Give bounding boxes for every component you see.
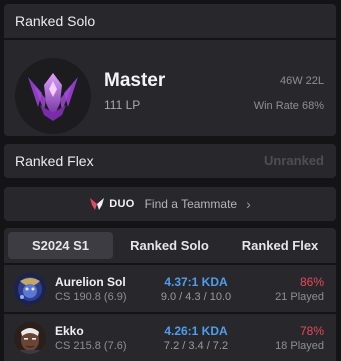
win-rate: Win Rate 68% (253, 100, 324, 112)
champion-kda-detail: 7.2 / 3.4 / 7.2 (163, 340, 229, 352)
win-loss-record: 46W 22L (279, 75, 324, 87)
champion-games-played: 21 Played (275, 291, 324, 303)
ranked-flex-status: Unranked (264, 153, 324, 168)
ranked-flex-card: Ranked Flex Unranked (4, 144, 336, 178)
tab-ranked-flex[interactable]: Ranked Flex (226, 232, 334, 259)
champion-avatar (14, 273, 46, 305)
ranked-solo-title: Ranked Solo (4, 4, 336, 40)
tab-s2024-s1[interactable]: S2024 S1 (8, 232, 113, 259)
champion-name: Aurelion Sol (55, 275, 126, 289)
duo-logo: DUO (89, 197, 134, 211)
champion-win-rate: 78% (299, 324, 324, 338)
champion-cs: CS 190.8 (6.9) (55, 291, 127, 303)
champion-row[interactable]: Aurelion Sol CS 190.8 (6.9) 4.37:1 KDA 9… (4, 263, 336, 312)
ranked-flex-title: Ranked Flex (15, 153, 94, 169)
champion-cs: CS 215.8 (7.6) (55, 340, 127, 352)
champion-kda: 4.37:1 KDA (164, 275, 228, 289)
chevron-right-icon: › (246, 196, 251, 212)
champion-kda-detail: 9.0 / 4.3 / 10.0 (160, 291, 232, 303)
ranked-solo-summary: Master 111 LP 46W 22L Win Rate 68% (4, 40, 336, 136)
tab-ranked-solo[interactable]: Ranked Solo (117, 232, 222, 259)
champion-avatar (14, 322, 46, 354)
champion-win-rate: 86% (299, 275, 324, 289)
season-tabs: S2024 S1 Ranked Solo Ranked Flex (4, 228, 336, 263)
champion-stats-card: S2024 S1 Ranked Solo Ranked Flex Aurelio… (4, 228, 336, 361)
rank-tier: Master (104, 70, 166, 91)
find-teammate-label: Find a Teammate (144, 197, 238, 211)
duo-wings-icon (90, 198, 105, 210)
champion-games-played: 18 Played (275, 340, 324, 352)
find-teammate-button[interactable]: DUO Find a Teammate › (4, 187, 336, 221)
champion-name: Ekko (55, 324, 84, 338)
duo-badge: DUO (109, 198, 135, 210)
master-emblem-icon (15, 58, 91, 134)
champion-kda: 4.26:1 KDA (164, 324, 228, 338)
league-points: 111 LP (104, 98, 141, 112)
ranked-solo-card: Ranked Solo Master 111 LP 46W 22L Win Ra… (4, 4, 336, 136)
champion-row[interactable]: Ekko CS 215.8 (7.6) 4.26:1 KDA 7.2 / 3.4… (4, 312, 336, 361)
